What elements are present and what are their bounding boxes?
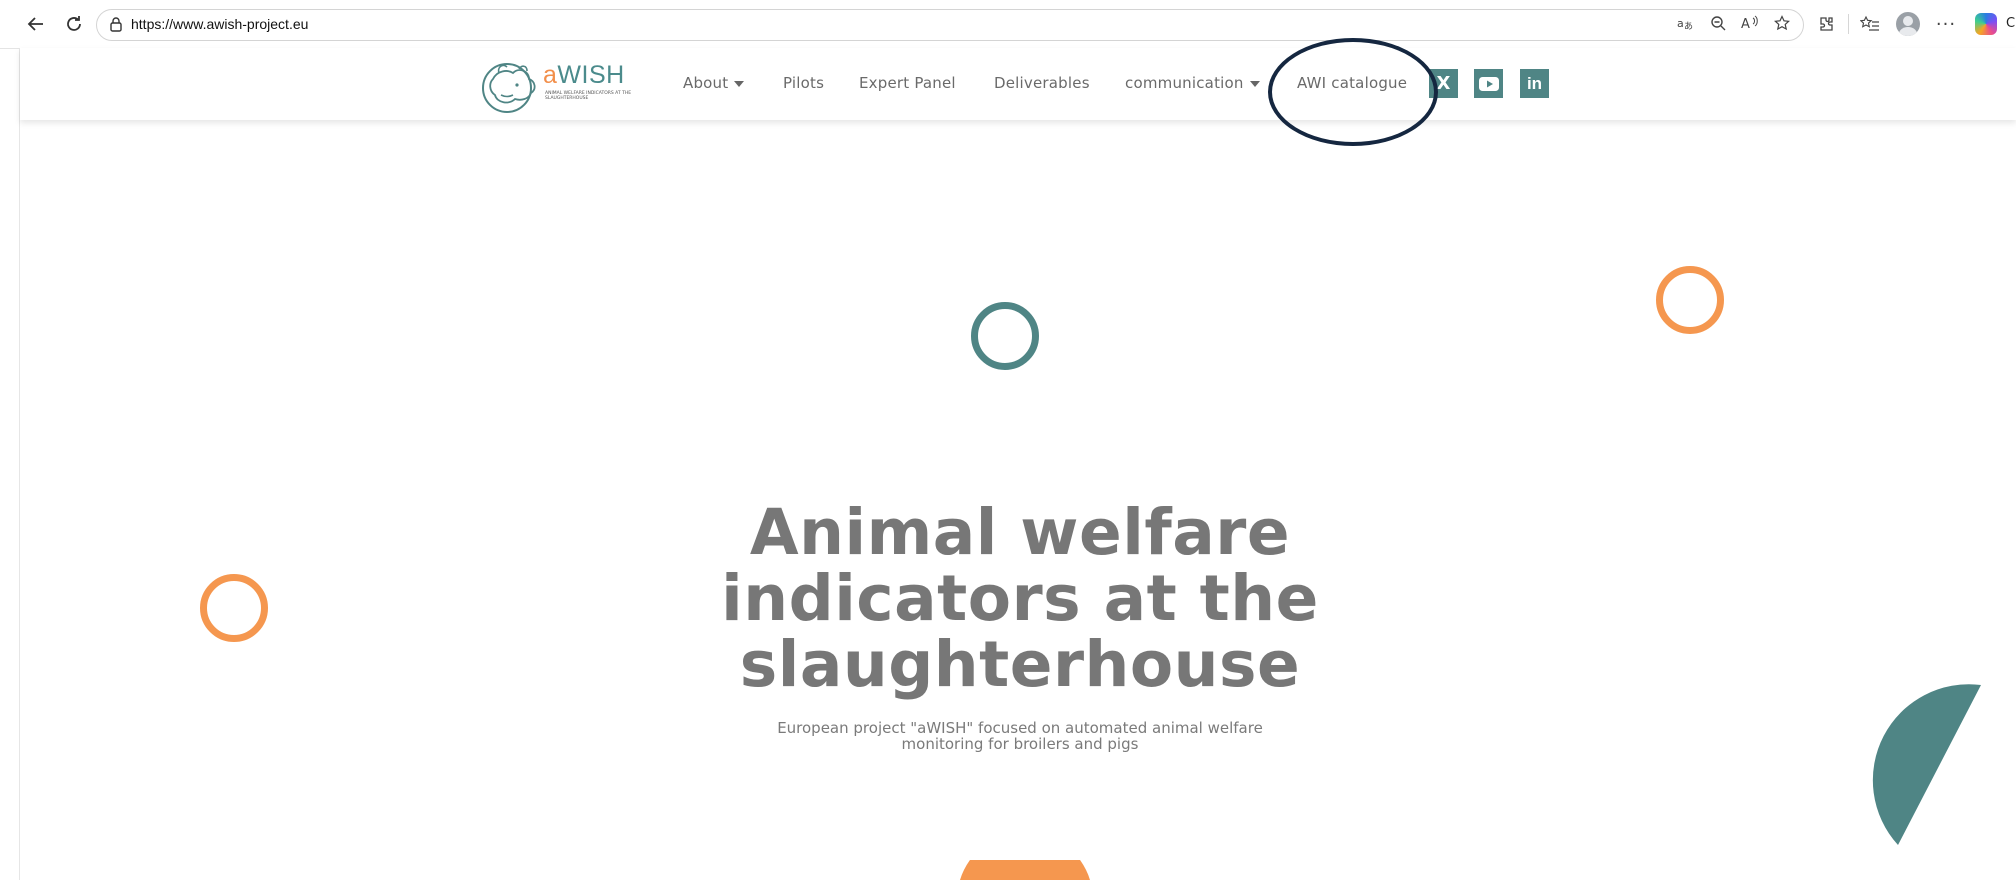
copilot-icon[interactable] bbox=[1975, 13, 1997, 35]
favorites-list-icon[interactable] bbox=[1856, 10, 1884, 38]
logo-tagline: ANIMAL WELFARE INDICATORS AT THE SLAUGHT… bbox=[545, 91, 632, 101]
hero-title-line: slaughterhouse bbox=[739, 628, 1301, 701]
decorative-orange-ring bbox=[1656, 266, 1724, 334]
menu-item-deliverables-label: Deliverables bbox=[994, 74, 1090, 92]
hero-subtitle-line: monitoring for broilers and pigs bbox=[901, 735, 1139, 753]
annotation-ellipse bbox=[1268, 38, 1438, 146]
logo-animals-icon bbox=[482, 63, 536, 113]
decorative-orange-circle bbox=[960, 860, 1090, 880]
caret-down-icon bbox=[1249, 80, 1260, 87]
zoom-out-icon[interactable] bbox=[1709, 15, 1727, 35]
address-bar[interactable]: https://www.awish-project.eu aあ A bbox=[96, 9, 1804, 41]
logo-word-wish: WISH bbox=[557, 61, 625, 89]
extensions-icon[interactable] bbox=[1812, 10, 1840, 38]
browser-toolbar: https://www.awish-project.eu aあ A ··· C bbox=[0, 0, 2016, 49]
site-logo[interactable]: aWISH ANIMAL WELFARE INDICATORS AT THE S… bbox=[479, 55, 639, 115]
copilot-button[interactable] bbox=[1972, 10, 2000, 38]
avatar-icon[interactable] bbox=[1896, 12, 1920, 36]
toolbar-divider bbox=[1848, 14, 1849, 34]
youtube-play-icon bbox=[1478, 76, 1499, 91]
x-glyph: X bbox=[1436, 73, 1451, 94]
menu-item-pilots[interactable]: Pilots bbox=[783, 74, 824, 92]
menu-item-about[interactable]: About bbox=[683, 74, 745, 92]
profile-avatar[interactable] bbox=[1894, 10, 1922, 38]
hero-subtitle-line: European project "aWISH" focused on auto… bbox=[777, 719, 1263, 737]
menu-item-expert-panel-label: Expert Panel bbox=[859, 74, 956, 92]
hero-title-line: Animal welfare bbox=[749, 496, 1291, 569]
menu-item-pilots-label: Pilots bbox=[783, 74, 825, 92]
copilot-label-cropped[interactable]: C bbox=[2006, 16, 2015, 31]
menu-item-about-label: About bbox=[683, 74, 729, 92]
translate-icon[interactable]: aあ bbox=[1677, 15, 1695, 35]
decorative-teal-half-circle bbox=[1872, 684, 1981, 845]
favorite-star-icon[interactable] bbox=[1773, 15, 1791, 35]
page-left-edge bbox=[19, 48, 20, 880]
lock-icon[interactable] bbox=[109, 16, 123, 36]
linkedin-glyph: in bbox=[1526, 73, 1543, 93]
menu-item-deliverables[interactable]: Deliverables bbox=[994, 74, 1090, 92]
read-aloud-icon[interactable]: A bbox=[1741, 15, 1759, 35]
linkedin-icon[interactable]: in bbox=[1520, 69, 1549, 98]
svg-text:a: a bbox=[1677, 17, 1684, 30]
url-text[interactable]: https://www.awish-project.eu bbox=[131, 16, 308, 32]
hero-subtitle: European project "aWISH" focused on auto… bbox=[760, 720, 1280, 752]
decorative-teal-ring bbox=[971, 302, 1039, 370]
caret-down-icon bbox=[734, 80, 745, 87]
reload-icon[interactable] bbox=[60, 10, 88, 38]
youtube-icon[interactable] bbox=[1474, 69, 1503, 98]
menu-item-communication-label: communication bbox=[1125, 74, 1244, 92]
menu-item-communication[interactable]: communication bbox=[1125, 74, 1260, 92]
svg-text:あ: あ bbox=[1684, 21, 1693, 31]
more-options-icon[interactable]: ··· bbox=[1932, 10, 1960, 38]
logo-letter-a: a bbox=[543, 61, 558, 89]
menu-item-expert-panel[interactable]: Expert Panel bbox=[859, 74, 956, 92]
hero-title-line: indicators at the bbox=[721, 562, 1319, 635]
logo-wordmark: aWISH bbox=[543, 61, 625, 90]
decorative-orange-ring bbox=[200, 574, 268, 642]
back-arrow-icon[interactable] bbox=[22, 10, 50, 38]
hero-title: Animal welfare indicators at the slaught… bbox=[640, 500, 1400, 698]
svg-text:A: A bbox=[1741, 17, 1750, 31]
